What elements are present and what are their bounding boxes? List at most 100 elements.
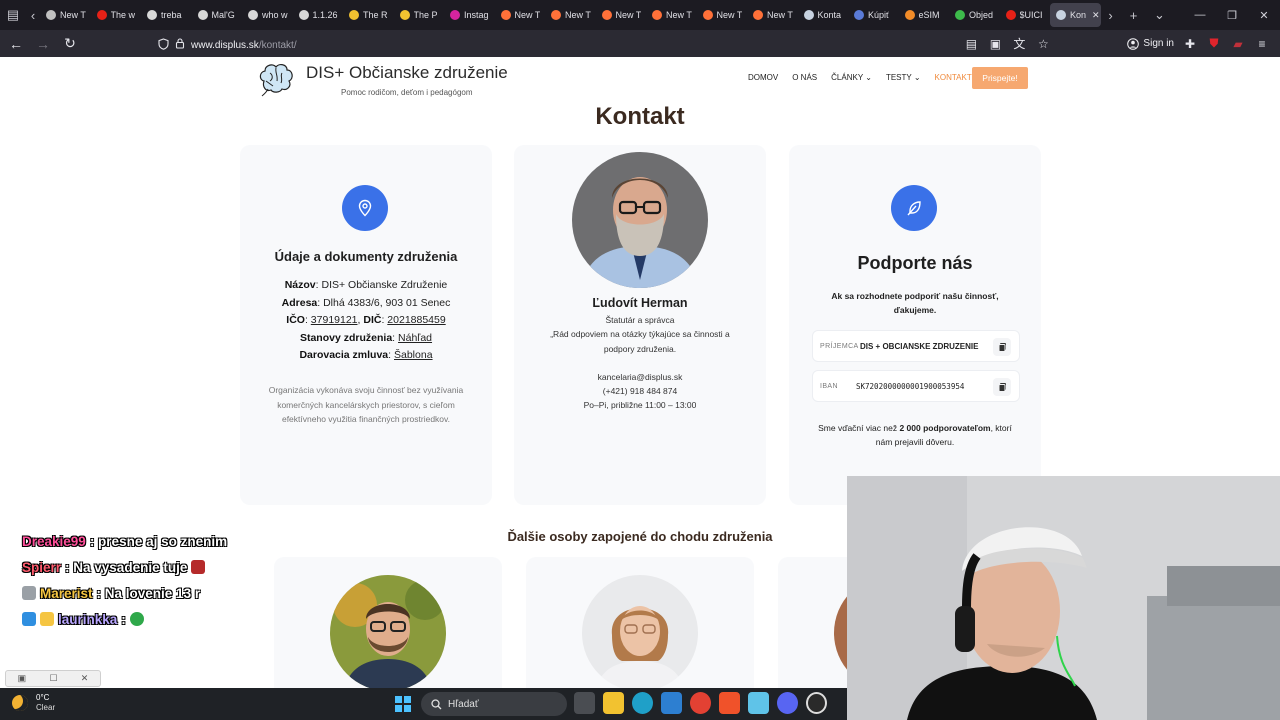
brave-browser-icon[interactable] [719,692,740,714]
shield-icon [158,37,169,50]
contact-email[interactable]: kancelaria@displus.sk [524,370,756,384]
menu-item-clanky[interactable]: ČLÁNKY ⌄ [831,73,872,82]
ico-link[interactable]: 37919121 [311,314,358,326]
new-tab-icon[interactable]: + [1121,0,1147,30]
widget-maximize-icon[interactable]: ☐ [49,673,57,684]
browser-tab[interactable]: New T [495,3,546,27]
extension-icon[interactable]: ▰ [1230,37,1246,51]
weather-widget[interactable]: 0°C Clear [12,693,55,713]
browser-tab[interactable]: New T [697,3,748,27]
tab-favicon-icon [46,10,56,20]
browser-tab[interactable]: Kúpiť [848,3,899,27]
browser-tab[interactable]: Konta [798,3,849,27]
browser-tab[interactable]: The w [91,3,142,27]
menu-item-kontakt[interactable]: KONTAKT [935,73,972,82]
copy-recipient-button[interactable] [993,338,1011,356]
browser-tab[interactable]: treba [141,3,192,27]
statutes-link[interactable]: Náhľad [398,332,432,344]
task-view-icon[interactable] [574,692,595,714]
list-all-tabs-icon[interactable]: ⌄ [1147,0,1173,30]
donate-button[interactable]: Prispejte! [972,67,1028,89]
tab-favicon-icon [399,10,410,20]
url-bar[interactable]: www.displus.sk/kontakt/ [150,33,1050,54]
person-card [526,557,754,688]
tab-title: who w [262,10,288,20]
tab-title: Mal'G [211,10,235,20]
tab-favicon-icon [904,10,915,20]
browser-tab[interactable]: $UICI [1000,3,1051,27]
chrome-icon[interactable] [690,692,711,714]
menu-icon[interactable]: ≡ [1254,37,1270,51]
browser-tab[interactable]: New T [40,3,91,27]
account-icon [1127,37,1140,50]
tab-favicon-icon [1056,10,1066,20]
browser-tab[interactable]: Mal'G [192,3,243,27]
back-icon[interactable]: ← [4,32,28,56]
maximize-icon[interactable]: ❐ [1216,0,1248,30]
browser-tab-bar: ▤ ‹ New T The w treba Mal'G who w 1.1.26 The R… [0,0,1280,30]
browser-tab[interactable]: Kon ✕ [1050,3,1101,27]
supporters-note: Sme vďační viac než 2 000 podporovateľom… [799,421,1031,450]
scroll-tabs-right-icon[interactable]: › [1101,0,1121,30]
contact-phone[interactable]: (+421) 918 484 874 [524,384,756,398]
donation-contract-link[interactable]: Šablona [394,349,433,361]
brain-logo-icon[interactable] [256,61,296,99]
extensions-icon[interactable]: ✚ [1182,37,1198,51]
ico-label: IČO [286,314,305,326]
tab-list-icon[interactable]: ▤ [0,0,26,30]
screenshot-icon[interactable]: ▣ [987,37,1003,51]
close-icon[interactable]: ✕ [1248,0,1280,30]
browser-tab[interactable]: New T [545,3,596,27]
tab-favicon-icon [702,10,713,20]
scroll-tabs-left-icon[interactable]: ‹ [26,0,40,30]
minimize-icon[interactable]: — [1184,0,1216,30]
obs-icon[interactable] [806,692,827,714]
forward-icon[interactable]: → [31,32,55,56]
file-explorer-icon[interactable] [603,692,624,714]
edge-browser-icon[interactable] [632,692,653,714]
photos-app-icon[interactable] [661,692,682,714]
organization-details: Názov: DIS+ Občianske Združenie Adresa: … [281,279,451,361]
browser-tab[interactable]: eSIM [899,3,950,27]
close-tab-icon[interactable]: ✕ [1092,10,1100,21]
browser-tab[interactable]: Instag [444,3,495,27]
browser-nav-bar: ← → ↻ www.displus.sk/kontakt/ ▤ ▣ 文 ☆ Si… [0,30,1280,57]
menu-item-testy[interactable]: TESTY ⌄ [886,73,921,82]
ublock-extension-icon[interactable]: ⛊ [1206,36,1222,51]
iban-label: IBAN [820,382,838,390]
tab-title: New T [60,10,86,20]
browser-tab[interactable]: who w [242,3,293,27]
iban-box: IBAN SK7202000000001900053954 [812,370,1020,402]
dic-link[interactable]: 2021885459 [387,314,445,326]
browser-tab[interactable]: 1.1.26 [293,3,344,27]
menu-item-domov[interactable]: DOMOV [748,73,778,82]
copy-iban-button[interactable] [993,378,1011,396]
contact-hours: Po–Pi, približne 11:00 – 13:00 [583,400,697,411]
widget-layout-icon[interactable]: ▣ [18,673,27,684]
widget-close-icon[interactable]: ✕ [81,673,89,684]
browser-tab[interactable]: Objed [949,3,1000,27]
browser-tab[interactable]: The P [394,3,445,27]
discord-icon[interactable] [777,692,798,714]
browser-tab[interactable]: New T [596,3,647,27]
notepad-icon[interactable] [748,692,769,714]
menu-item-o-nas[interactable]: O NÁS [792,73,817,82]
floating-widget[interactable]: ▣ ☐ ✕ [5,670,101,687]
bookmark-star-icon[interactable]: ☆ [1035,37,1051,51]
browser-tab[interactable]: New T [646,3,697,27]
tab-title: treba [161,10,182,20]
stream-chat-overlay: Dreakie99 : presne aj so znenim Spierr :… [22,528,227,632]
reload-icon[interactable]: ↻ [58,32,82,56]
windows-start-icon[interactable] [395,696,411,712]
sign-in-button[interactable]: Sign in [1127,37,1174,50]
browser-tab[interactable]: The R [343,3,394,27]
tab-favicon-icon [147,10,157,20]
tab-favicon-icon [298,10,309,20]
tab-favicon-icon [248,10,258,20]
browser-tab[interactable]: New T [747,3,798,27]
menu-item-testy-label: TESTY [885,73,912,82]
reader-view-icon[interactable]: ▤ [963,37,979,51]
taskbar-search[interactable]: Hľadať [421,692,567,716]
site-title[interactable]: DIS+ Občianske združenie [306,63,508,83]
translate-icon[interactable]: 文 [1011,35,1027,52]
